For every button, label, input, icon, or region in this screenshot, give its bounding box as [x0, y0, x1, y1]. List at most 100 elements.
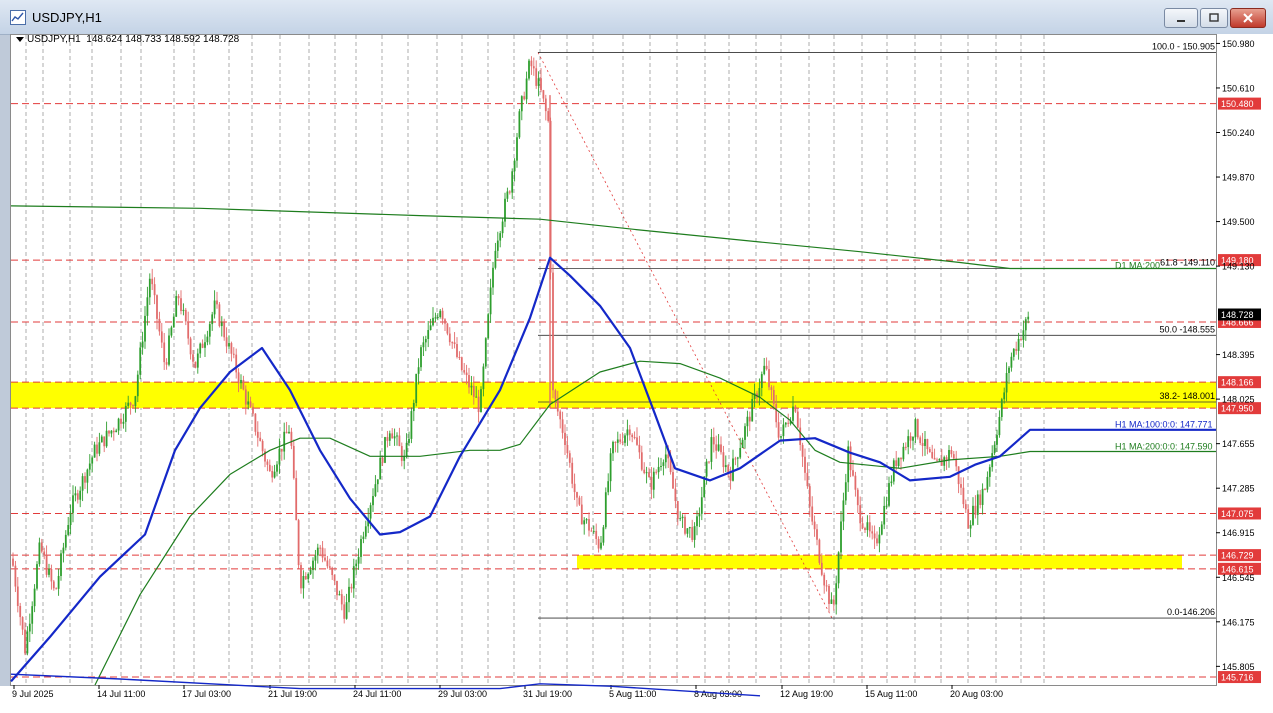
candle-body[interactable] [381, 457, 384, 463]
candle-body[interactable] [513, 160, 516, 172]
candle-body[interactable] [369, 505, 372, 519]
candle-body[interactable] [852, 470, 854, 476]
candle-body[interactable] [823, 574, 826, 586]
candle-body[interactable] [1027, 316, 1030, 320]
candle-body[interactable] [988, 467, 991, 477]
candle-body[interactable] [633, 437, 636, 439]
candle-body[interactable] [400, 446, 403, 461]
candle-body[interactable] [580, 504, 583, 525]
candle-body[interactable] [614, 441, 617, 443]
candle-body[interactable] [175, 296, 178, 317]
candle-body[interactable] [900, 457, 902, 460]
candle-body[interactable] [506, 191, 509, 199]
candle-body[interactable] [787, 422, 790, 424]
candle-body[interactable] [736, 457, 739, 459]
candle-body[interactable] [535, 68, 538, 86]
price-chart[interactable]: 150.480149.180148.666148.166147.950147.0… [0, 0, 1273, 713]
candle-body[interactable] [746, 416, 749, 427]
candle-body[interactable] [916, 419, 919, 438]
candle-body[interactable] [828, 585, 830, 604]
candle-body[interactable] [288, 431, 290, 434]
candle-body[interactable] [74, 493, 77, 496]
candle-body[interactable] [276, 464, 278, 472]
candle-body[interactable] [338, 594, 341, 596]
candle-body[interactable] [228, 343, 230, 347]
candle-body[interactable] [816, 529, 818, 540]
candle-body[interactable] [189, 338, 192, 355]
candle-body[interactable] [744, 426, 746, 440]
d1-ma200-line[interactable] [10, 205, 1216, 270]
candle-body[interactable] [1017, 338, 1020, 351]
candle-body[interactable] [307, 573, 310, 580]
candle-body[interactable] [427, 330, 430, 339]
candle-body[interactable] [667, 454, 670, 459]
candle-body[interactable] [979, 494, 982, 505]
candle-body[interactable] [336, 580, 338, 596]
candle-body[interactable] [477, 396, 480, 413]
candle-body[interactable] [763, 365, 766, 375]
candle-body[interactable] [645, 472, 648, 474]
candle-body[interactable] [153, 284, 156, 296]
candle-body[interactable] [592, 530, 595, 532]
candle-body[interactable] [458, 356, 461, 358]
candle-body[interactable] [451, 342, 454, 344]
candle-body[interactable] [139, 347, 142, 375]
candle-body[interactable] [57, 575, 60, 589]
candle-body[interactable] [254, 413, 257, 432]
candle-body[interactable] [760, 374, 763, 388]
candle-body[interactable] [909, 436, 912, 441]
candle-body[interactable] [962, 487, 965, 505]
candle-body[interactable] [724, 465, 727, 468]
candle-body[interactable] [993, 444, 996, 454]
candle-body[interactable] [470, 385, 473, 388]
candle-body[interactable] [472, 385, 475, 397]
candle-body[interactable] [660, 465, 662, 467]
candle-body[interactable] [739, 447, 742, 458]
candle-body[interactable] [285, 431, 288, 434]
candle-body[interactable] [290, 431, 293, 446]
candle-body[interactable] [849, 446, 852, 471]
candle-body[interactable] [93, 444, 96, 458]
candle-body[interactable] [177, 296, 180, 299]
candle-body[interactable] [516, 137, 518, 161]
candle-body[interactable] [626, 429, 629, 436]
candle-body[interactable] [808, 486, 811, 507]
candle-body[interactable] [880, 524, 883, 535]
candle-body[interactable] [648, 472, 650, 477]
candle-body[interactable] [588, 519, 590, 531]
candle-body[interactable] [165, 362, 168, 365]
candle-body[interactable] [556, 399, 559, 412]
candle-body[interactable] [86, 469, 89, 483]
candle-body[interactable] [129, 402, 132, 406]
candle-body[interactable] [919, 437, 922, 444]
candle-body[interactable] [453, 342, 456, 345]
candle-body[interactable] [1024, 319, 1027, 331]
candle-body[interactable] [223, 322, 226, 338]
candle-body[interactable] [652, 471, 655, 490]
candle-body[interactable] [96, 444, 98, 454]
candle-body[interactable] [518, 111, 521, 138]
candle-body[interactable] [489, 287, 492, 315]
candle-body[interactable] [312, 560, 314, 571]
candle-body[interactable] [172, 316, 175, 328]
candle-body[interactable] [160, 331, 163, 343]
candle-body[interactable] [278, 448, 281, 465]
candle-body[interactable] [806, 472, 809, 487]
candle-body[interactable] [98, 442, 101, 454]
candle-body[interactable] [559, 411, 562, 420]
candle-body[interactable] [1005, 373, 1008, 393]
candle-body[interactable] [326, 560, 329, 567]
candle-body[interactable] [621, 441, 624, 443]
candle-body[interactable] [715, 444, 718, 451]
candle-body[interactable] [777, 422, 780, 438]
candle-body[interactable] [208, 324, 211, 337]
candle-body[interactable] [734, 458, 737, 460]
candle-body[interactable] [168, 335, 170, 365]
candle-body[interactable] [895, 460, 898, 466]
candle-body[interactable] [897, 457, 900, 466]
candle-body[interactable] [417, 367, 420, 374]
candle-body[interactable] [1022, 330, 1025, 340]
candle-body[interactable] [218, 304, 221, 327]
candle-body[interactable] [640, 452, 643, 470]
candle-body[interactable] [52, 581, 55, 589]
